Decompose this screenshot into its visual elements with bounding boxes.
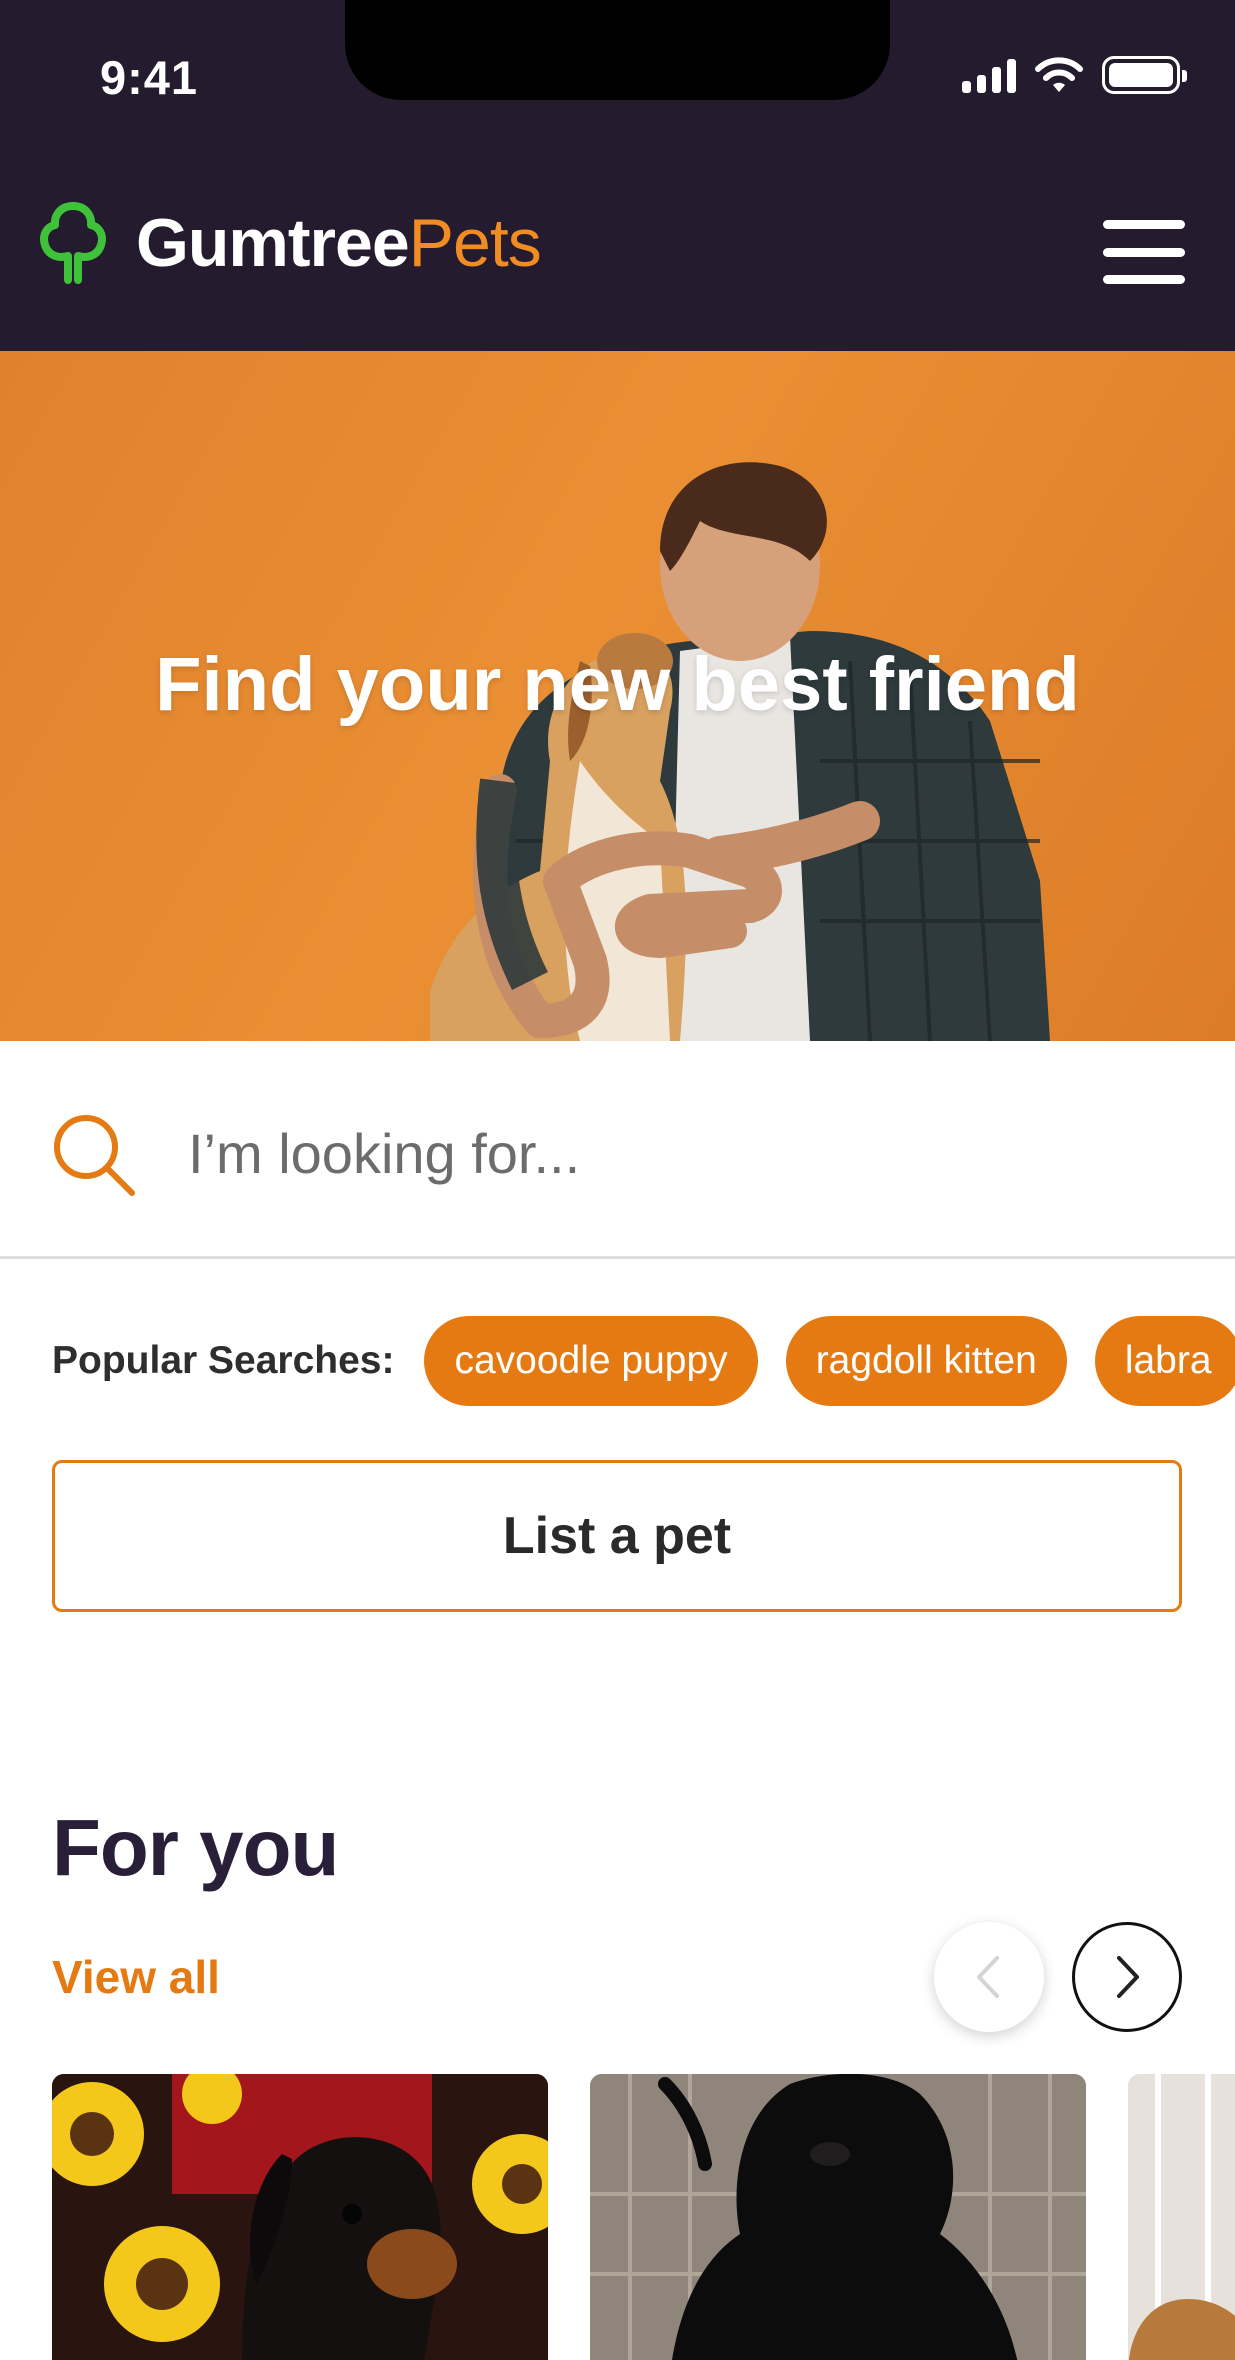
status-time: 9:41 bbox=[100, 51, 199, 104]
list-a-pet-button[interactable]: List a pet bbox=[52, 1460, 1182, 1612]
man-hugging-dog-photo bbox=[430, 462, 1050, 1041]
dachshund-puppy-with-sunflowers-photo bbox=[52, 2074, 548, 2360]
hero-banner: Find your new best friend bbox=[0, 351, 1235, 1041]
pet-card[interactable] bbox=[52, 2074, 548, 2360]
chevron-right-icon bbox=[1117, 1956, 1139, 1998]
gumtree-pets-logo[interactable]: GumtreePets bbox=[38, 200, 542, 286]
app-header: 9:41 GumtreePets bbox=[0, 0, 1235, 351]
logo-text: GumtreePets bbox=[136, 204, 542, 282]
popular-search-chip[interactable]: cavoodle puppy bbox=[424, 1316, 758, 1406]
popular-searches-label: Popular Searches: bbox=[52, 1339, 395, 1382]
status-icons bbox=[962, 56, 1187, 94]
search-icon bbox=[54, 1115, 135, 1196]
tree-icon bbox=[40, 202, 106, 284]
wifi-icon bbox=[1035, 57, 1083, 92]
logo-accent: Pets bbox=[408, 205, 542, 281]
chevron-left-icon bbox=[977, 1956, 999, 1998]
popular-search-chip[interactable]: ragdoll kitten bbox=[785, 1316, 1067, 1406]
search-input[interactable] bbox=[188, 1117, 1188, 1189]
popular-searches: Popular Searches: cavoodle puppy ragdoll… bbox=[52, 1316, 1235, 1406]
hero-title: Find your new best friend bbox=[155, 642, 1080, 727]
for-you-title: For you bbox=[52, 1803, 339, 1892]
pet-card[interactable] bbox=[1128, 2074, 1235, 2360]
view-all-link[interactable]: View all bbox=[52, 1950, 220, 2004]
pet-card[interactable] bbox=[590, 2074, 1086, 2360]
search-bar[interactable] bbox=[0, 1041, 1235, 1259]
battery-icon bbox=[1102, 56, 1187, 94]
logo-primary: Gumtree bbox=[136, 205, 410, 281]
cellular-signal-icon bbox=[962, 57, 1016, 93]
black-labrador-puppy-photo bbox=[590, 2074, 1086, 2360]
popular-search-chip[interactable]: labra bbox=[1094, 1316, 1235, 1406]
carousel-prev-button[interactable] bbox=[934, 1922, 1044, 2032]
carousel-next-button[interactable] bbox=[1072, 1922, 1182, 2032]
golden-puppy-photo bbox=[1128, 2074, 1235, 2360]
hamburger-menu-icon[interactable] bbox=[1103, 220, 1185, 284]
device-notch bbox=[345, 0, 890, 100]
